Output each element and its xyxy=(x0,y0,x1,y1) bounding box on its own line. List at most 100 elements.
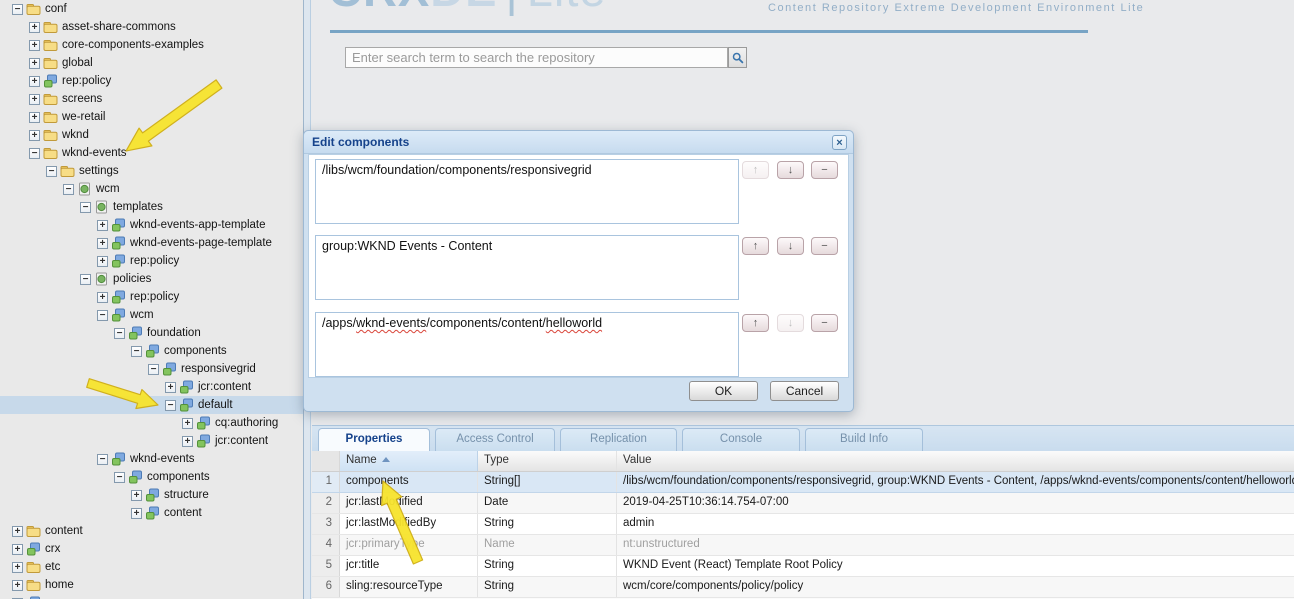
expander-icon[interactable]: + xyxy=(97,291,108,303)
tree-item-we-retail[interactable]: + we-retail xyxy=(0,108,303,126)
tree-item-jcr-content[interactable]: + jcr:content xyxy=(0,432,303,450)
tree-item-conf[interactable]: − conf xyxy=(0,0,303,18)
tab-build-info[interactable]: Build Info xyxy=(805,428,923,451)
expander-icon[interactable]: + xyxy=(29,21,40,33)
tree-item-structure[interactable]: + structure xyxy=(0,486,303,504)
expander-icon[interactable]: − xyxy=(97,309,108,321)
tree-item-wknd-events-app-template[interactable]: + wknd-events-app-template xyxy=(0,216,303,234)
expander-icon[interactable]: + xyxy=(97,237,108,249)
tree-item-wcm[interactable]: − wcm xyxy=(0,180,303,198)
column-header-value[interactable]: Value xyxy=(617,451,1294,471)
expander-icon[interactable]: − xyxy=(80,201,91,213)
tree-item-settings[interactable]: − settings xyxy=(0,162,303,180)
search-button[interactable] xyxy=(728,47,747,68)
tree-item-responsivegrid[interactable]: − responsivegrid xyxy=(0,360,303,378)
tree-item-label: we-retail xyxy=(62,111,106,123)
tree-item-rep-policy[interactable]: + rep:policy xyxy=(0,72,303,90)
tree-item-templates[interactable]: − templates xyxy=(0,198,303,216)
tab-properties[interactable]: Properties xyxy=(318,428,430,451)
expander-icon[interactable]: + xyxy=(29,93,40,105)
tree-item-core-components-examples[interactable]: + core-components-examples xyxy=(0,36,303,54)
move-down-button[interactable]: ↓ xyxy=(777,314,804,332)
expander-icon[interactable]: + xyxy=(182,417,193,429)
table-row[interactable]: 4 jcr:primaryType Name nt:unstructured xyxy=(312,535,1294,556)
column-header-name[interactable]: Name xyxy=(340,451,478,471)
table-row[interactable]: 2 jcr:lastModified Date 2019-04-25T10:36… xyxy=(312,493,1294,514)
tree-item-global[interactable]: + global xyxy=(0,54,303,72)
expander-icon[interactable]: + xyxy=(182,435,193,447)
expander-icon[interactable]: + xyxy=(97,255,108,267)
table-row[interactable]: 6 sling:resourceType String wcm/core/com… xyxy=(312,577,1294,598)
remove-button[interactable]: − xyxy=(811,161,838,179)
expander-icon[interactable]: − xyxy=(114,471,125,483)
tree-item-rep-policy[interactable]: + rep:policy xyxy=(0,288,303,306)
expander-icon[interactable]: − xyxy=(63,183,74,195)
expander-icon[interactable]: + xyxy=(97,219,108,231)
move-down-button[interactable]: ↓ xyxy=(777,237,804,255)
tree-item-rep-policy[interactable]: + rep:policy xyxy=(0,252,303,270)
expander-icon[interactable]: − xyxy=(131,345,142,357)
tree-item-crx[interactable]: + crx xyxy=(0,540,303,558)
expander-icon[interactable]: − xyxy=(165,399,176,411)
expander-icon[interactable]: + xyxy=(29,75,40,87)
tab-access-control[interactable]: Access Control xyxy=(435,428,555,451)
remove-button[interactable]: − xyxy=(811,237,838,255)
ok-button[interactable]: OK xyxy=(689,381,758,401)
cancel-button[interactable]: Cancel xyxy=(770,381,839,401)
tree-item-cq-authoring[interactable]: + cq:authoring xyxy=(0,414,303,432)
move-down-button[interactable]: ↓ xyxy=(777,161,804,179)
expander-icon[interactable]: + xyxy=(165,381,176,393)
expander-icon[interactable]: − xyxy=(46,165,57,177)
value-field[interactable]: /apps/wknd-events/components/content/hel… xyxy=(315,312,739,377)
tree-item-default[interactable]: − default xyxy=(0,396,303,414)
expander-icon[interactable]: + xyxy=(12,543,23,555)
expander-icon[interactable]: + xyxy=(29,129,40,141)
tab-console[interactable]: Console xyxy=(682,428,800,451)
tree-item-wcm[interactable]: − wcm xyxy=(0,306,303,324)
tree-item-foundation[interactable]: − foundation xyxy=(0,324,303,342)
remove-button[interactable]: − xyxy=(811,314,838,332)
expander-icon[interactable]: + xyxy=(12,579,23,591)
expander-icon[interactable]: − xyxy=(148,363,159,375)
value-field[interactable]: /libs/wcm/foundation/components/responsi… xyxy=(315,159,739,224)
move-up-button[interactable]: ↑ xyxy=(742,161,769,179)
table-row[interactable]: 1 components String[] /libs/wcm/foundati… xyxy=(312,472,1294,493)
expander-icon[interactable]: − xyxy=(29,147,40,159)
expander-icon[interactable]: − xyxy=(12,3,23,15)
tree-item-label: screens xyxy=(62,93,103,105)
expander-icon[interactable]: + xyxy=(12,525,23,537)
tree-item-wknd-events[interactable]: − wknd-events xyxy=(0,144,303,162)
expander-icon[interactable]: − xyxy=(114,327,125,339)
close-icon[interactable]: × xyxy=(832,135,847,150)
expander-icon[interactable]: − xyxy=(80,273,91,285)
tree-item-jcr-content[interactable]: + jcr:content xyxy=(0,378,303,396)
tree-item-content[interactable]: + content xyxy=(0,504,303,522)
table-row[interactable]: 3 jcr:lastModifiedBy String admin xyxy=(312,514,1294,535)
tree-item-wknd-events-page-template[interactable]: + wknd-events-page-template xyxy=(0,234,303,252)
value-field[interactable]: group:WKND Events - Content xyxy=(315,235,739,300)
expander-icon[interactable]: + xyxy=(29,39,40,51)
tree-item-content[interactable]: + content xyxy=(0,522,303,540)
column-header-type[interactable]: Type xyxy=(478,451,617,471)
tree-item-home[interactable]: + home xyxy=(0,576,303,594)
tree-item-partial[interactable]: + xyxy=(0,594,303,599)
search-input[interactable] xyxy=(345,47,728,68)
tree-item-wknd-events[interactable]: − wknd-events xyxy=(0,450,303,468)
tree-item-screens[interactable]: + screens xyxy=(0,90,303,108)
tree-item-etc[interactable]: + etc xyxy=(0,558,303,576)
tab-replication[interactable]: Replication xyxy=(560,428,677,451)
move-up-button[interactable]: ↑ xyxy=(742,314,769,332)
move-up-button[interactable]: ↑ xyxy=(742,237,769,255)
tree-item-wknd[interactable]: + wknd xyxy=(0,126,303,144)
tree-item-asset-share-commons[interactable]: + asset-share-commons xyxy=(0,18,303,36)
expander-icon[interactable]: + xyxy=(29,111,40,123)
table-row[interactable]: 5 jcr:title String WKND Event (React) Te… xyxy=(312,556,1294,577)
expander-icon[interactable]: + xyxy=(131,489,142,501)
tree-item-components[interactable]: − components xyxy=(0,342,303,360)
tree-item-components[interactable]: − components xyxy=(0,468,303,486)
expander-icon[interactable]: − xyxy=(97,453,108,465)
expander-icon[interactable]: + xyxy=(29,57,40,69)
expander-icon[interactable]: + xyxy=(12,561,23,573)
expander-icon[interactable]: + xyxy=(131,507,142,519)
tree-item-policies[interactable]: − policies xyxy=(0,270,303,288)
